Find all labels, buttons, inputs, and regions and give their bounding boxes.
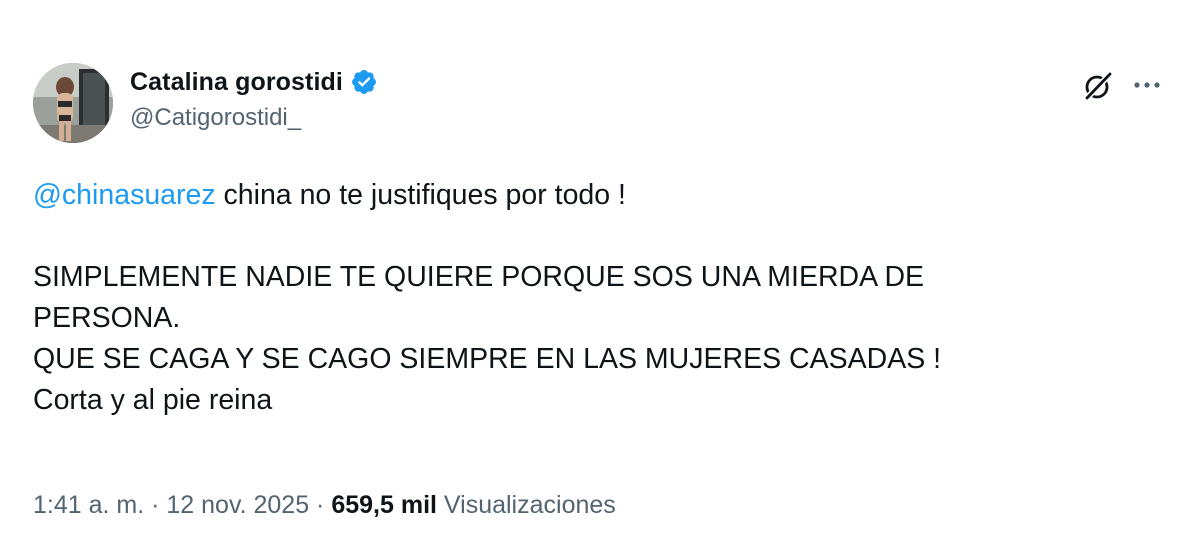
author-display-name[interactable]: Catalina gorostidi [130,68,343,97]
tweet-line-4: QUE SE CAGA Y SE CAGO SIEMPRE EN LAS MUJ… [33,343,942,375]
tweet-meta: 1:41 a. m. · 12 nov. 2025 · 659,5 mil Vi… [33,491,616,520]
tweet-line-3: PERSONA. [33,302,181,334]
avatar-photo [33,63,113,143]
tweet-text: @chinasuarez china no te justifiques por… [33,175,1153,421]
tweet-line-5: Corta y al pie reina [33,384,273,416]
author-name-row: Catalina gorostidi [130,64,378,100]
tweet-line-1: @chinasuarez china no te justifiques por… [33,175,1153,216]
grok-icon[interactable] [1082,70,1114,102]
tweet-card[interactable]: Catalina gorostidi @Catigorostidi_ @chin… [0,0,1200,556]
tweet-date[interactable]: 12 nov. 2025 [166,491,309,519]
tweet-line-2: SIMPLEMENTE NADIE TE QUIERE PORQUE SOS U… [33,261,925,293]
verified-badge-icon[interactable] [350,68,378,96]
more-options-icon[interactable] [1130,74,1164,96]
meta-separator: · [144,491,167,519]
views-count[interactable]: 659,5 mil [331,491,437,519]
mention-link[interactable]: @chinasuarez [33,179,216,211]
tweet-line-1-text: china no te justifiques por todo ! [215,179,626,211]
meta-separator: · [309,491,332,519]
views-label: Visualizaciones [436,491,616,519]
tweet-time[interactable]: 1:41 a. m. [33,491,144,519]
avatar[interactable] [33,63,113,143]
author-handle[interactable]: @Catigorostidi_ [130,104,301,132]
